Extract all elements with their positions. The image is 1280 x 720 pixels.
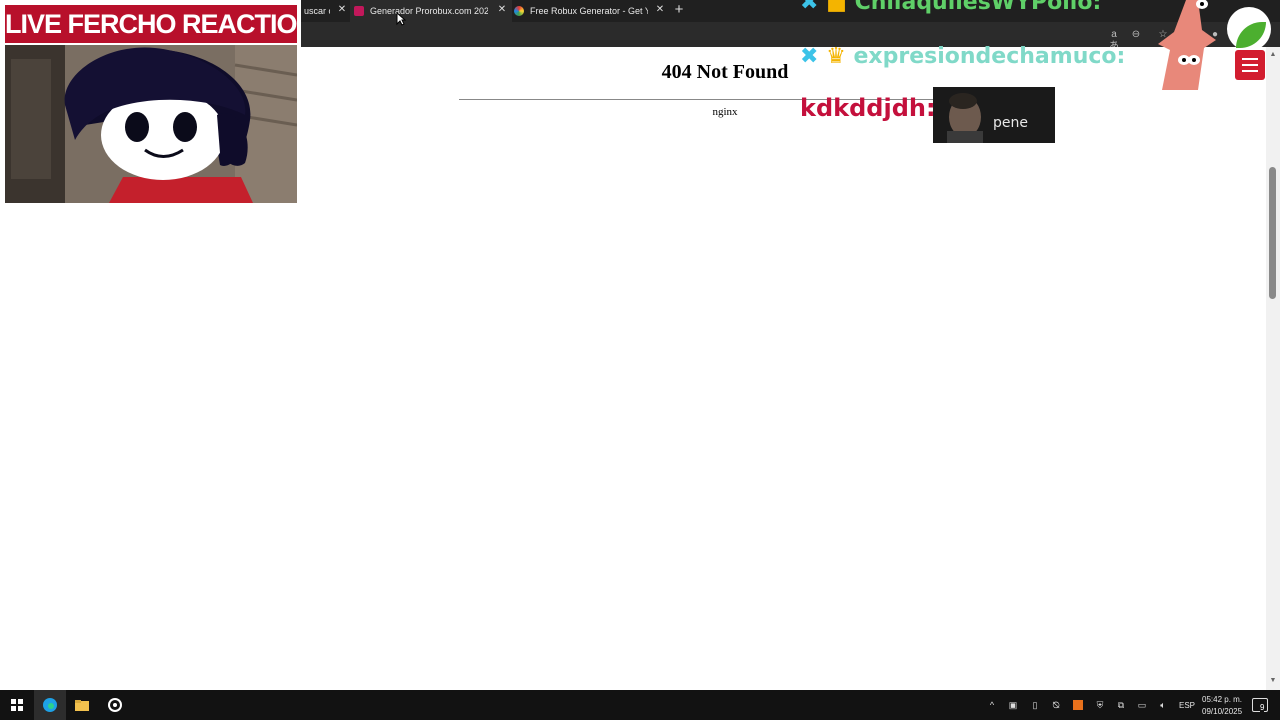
scroll-up-icon[interactable]: ▲: [1269, 51, 1277, 59]
obs-studio-icon[interactable]: [107, 697, 123, 713]
more-tools-icon[interactable]: ⊖: [1130, 29, 1142, 41]
show-hidden-icons-chevron-icon[interactable]: ^: [987, 700, 997, 710]
tab-title: Free Robux Generator - Get Your: [530, 6, 648, 16]
clock-time[interactable]: 05:42 p. m.: [1202, 695, 1242, 704]
chat-emote-image: pene: [933, 87, 1055, 143]
favicon-icon: [354, 6, 364, 16]
crown-icon: ♛: [826, 44, 846, 69]
favicon-icon: [514, 6, 524, 16]
close-tab-icon[interactable]: ✕: [654, 4, 666, 16]
taskbar-edge-active[interactable]: [34, 690, 66, 720]
read-aloud-icon[interactable]: aあ: [1108, 29, 1120, 52]
tab-title: uscar c: [304, 6, 330, 16]
clock-date[interactable]: 09/10/2025: [1202, 707, 1242, 716]
sticker-character-icon: [1158, 0, 1216, 90]
windows-start-icon[interactable]: [9, 697, 25, 713]
stream-banner: LIVE FERCHO REACTION: [5, 5, 297, 43]
tray-app-icon[interactable]: [1073, 700, 1083, 710]
input-language[interactable]: ESP: [1179, 701, 1195, 710]
tab-free-robux[interactable]: Free Robux Generator - Get Your ✕: [510, 0, 670, 22]
chat-message: ✖ ♛ expresiondechamuco:: [800, 44, 1125, 69]
volume-icon[interactable]: 🔈︎: [1158, 700, 1168, 710]
security-shield-icon[interactable]: ⛨: [1095, 700, 1105, 710]
tray-app-icon[interactable]: ▣: [1008, 700, 1018, 710]
taskbar: ^ ▣ ▯ ⦰ ⛨ ⧉ ▭ 🔈︎ ESP 05:42 p. m. 09/10/2…: [0, 690, 1280, 720]
stream-overlay: LIVE FERCHO REACTION: [0, 0, 301, 207]
notification-count: 9: [1260, 703, 1265, 712]
chat-badge-icon: ✖: [800, 0, 819, 15]
mouse-cursor-icon: [396, 12, 406, 26]
emote-caption: pene: [993, 115, 1028, 131]
chat-message: kdkddjdh:: [800, 94, 936, 122]
tray-app-icon[interactable]: ⧉: [1116, 700, 1126, 710]
file-explorer-icon[interactable]: [74, 697, 90, 713]
new-tab-button[interactable]: +: [671, 2, 687, 18]
notification-center-button[interactable]: 9: [1252, 698, 1268, 712]
close-tab-icon[interactable]: ✕: [336, 4, 348, 16]
tray-app-icon[interactable]: ⦰: [1051, 700, 1061, 710]
webcam-avatar: [5, 45, 297, 203]
tab-prorobux[interactable]: Generador Prorobux.com 2024 - ✕: [350, 0, 512, 22]
tab-title: Generador Prorobux.com 2024 -: [370, 6, 488, 16]
chat-username: kdkddjdh:: [800, 94, 936, 122]
hamburger-menu-button[interactable]: [1235, 50, 1265, 80]
chat-username: expresiondechamuco:: [853, 44, 1126, 69]
tray-app-icon[interactable]: ▯: [1030, 700, 1040, 710]
scroll-down-icon[interactable]: ▼: [1269, 677, 1277, 685]
edge-browser-icon[interactable]: [42, 697, 58, 713]
network-icon[interactable]: ▭: [1137, 700, 1147, 710]
close-tab-icon[interactable]: ✕: [496, 4, 508, 16]
chat-badge-icon: ■: [826, 0, 847, 15]
chat-username: ChilaquilesWYPollo:: [854, 0, 1102, 15]
chat-badge-icon: ✖: [800, 44, 819, 69]
chat-message: ✖ ■ ChilaquilesWYPollo:: [800, 0, 1101, 15]
scrollbar-thumb[interactable]: [1269, 167, 1276, 299]
tab-search[interactable]: uscar c ✕: [300, 0, 352, 22]
scrollbar[interactable]: ▲ ▼: [1266, 47, 1280, 690]
